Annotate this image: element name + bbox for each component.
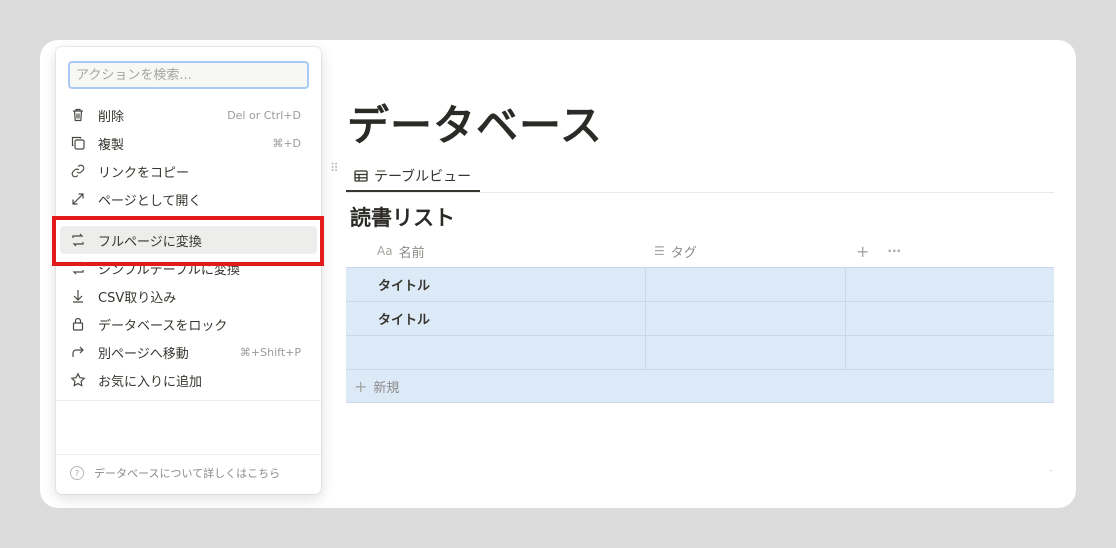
- column-divider: [845, 336, 846, 369]
- column-divider: [645, 302, 646, 335]
- move-to-icon: [70, 344, 86, 360]
- trash-icon: [70, 107, 86, 123]
- add-column-icon[interactable]: +: [856, 242, 869, 261]
- menu-item-label: データベースをロック: [98, 318, 228, 334]
- page-title: データベース: [347, 101, 603, 150]
- plus-icon: +: [354, 376, 368, 396]
- action-menu: 削除 Del or Ctrl+D 複製 ⌘+D リンクをコピー ページとして開く…: [56, 47, 321, 494]
- tab-label: テーブルビュー: [374, 169, 472, 185]
- menu-item-copy-link[interactable]: リンクをコピー: [60, 157, 317, 185]
- help-label: データベースについて詳しくはこちら: [94, 467, 281, 480]
- menu-item-label: ページとして開く: [98, 193, 202, 209]
- help-link[interactable]: ? データベースについて詳しくはこちら: [70, 465, 280, 481]
- table-icon: [354, 169, 368, 183]
- highlight-annotation-box: [52, 216, 324, 266]
- download-icon: [70, 288, 86, 304]
- shortcut-hint: Del or Ctrl+D: [227, 108, 301, 122]
- column-divider: [645, 336, 646, 369]
- table-row[interactable]: [346, 336, 1054, 370]
- menu-item-label: 削除: [98, 109, 125, 125]
- column-divider: [645, 268, 646, 301]
- table-row[interactable]: タイトル: [346, 267, 1054, 302]
- link-icon: [70, 163, 86, 179]
- action-search-input[interactable]: [68, 61, 309, 89]
- column-header-tag[interactable]: ☰ タグ: [654, 240, 697, 262]
- menu-item-import-csv[interactable]: CSV取り込み: [60, 282, 317, 310]
- menu-item-move-to[interactable]: 別ページへ移動 ⌘+Shift+P: [60, 338, 317, 366]
- menu-item-add-to-favorites[interactable]: お気に入りに追加: [60, 366, 317, 394]
- table-row[interactable]: タイトル: [346, 302, 1054, 336]
- lock-icon: [70, 316, 86, 332]
- column-actions: + ···: [856, 240, 901, 262]
- shortcut-hint: ⌘+Shift+P: [239, 345, 301, 359]
- database-table: タイトル タイトル + 新規: [346, 267, 1054, 403]
- divider: [56, 400, 321, 401]
- menu-item-label: CSV取り込み: [98, 290, 177, 306]
- more-options-icon[interactable]: ···: [887, 244, 901, 258]
- menu-item-duplicate[interactable]: 複製 ⌘+D: [60, 129, 317, 157]
- menu-item-label: お気に入りに追加: [98, 374, 203, 390]
- menu-item-delete[interactable]: 削除 Del or Ctrl+D: [60, 101, 317, 129]
- table-title[interactable]: 読書リスト: [350, 202, 455, 232]
- drag-handle-icon[interactable]: ⠿: [330, 162, 340, 181]
- divider: [346, 192, 1054, 193]
- shortcut-hint: ⌘+D: [272, 136, 301, 150]
- new-row-button[interactable]: + 新規: [346, 370, 1054, 403]
- menu-item-label: 複製: [98, 137, 125, 153]
- column-header-label: タグ: [670, 245, 697, 261]
- column-header-name[interactable]: Aa 名前: [377, 240, 425, 262]
- multi-select-property-icon: ☰: [654, 244, 665, 258]
- menu-item-open-as-page[interactable]: ページとして開く: [60, 185, 317, 213]
- star-icon: [70, 372, 86, 388]
- text-property-icon: Aa: [377, 244, 393, 258]
- tab-table-view[interactable]: テーブルビュー: [346, 160, 480, 192]
- menu-item-label: リンクをコピー: [98, 165, 190, 181]
- divider: [56, 454, 321, 455]
- cell-name[interactable]: タイトル: [378, 268, 430, 301]
- column-divider: [845, 268, 846, 301]
- menu-item-label: 別ページへ移動: [98, 346, 189, 362]
- new-row-label: 新規: [373, 380, 400, 396]
- column-divider: [845, 302, 846, 335]
- cell-name[interactable]: タイトル: [378, 302, 430, 335]
- column-header-label: 名前: [398, 245, 425, 261]
- help-icon: ?: [70, 466, 84, 480]
- decorative-dot: [1050, 470, 1052, 471]
- menu-item-lock-database[interactable]: データベースをロック: [60, 310, 317, 338]
- expand-icon: [70, 191, 86, 207]
- duplicate-icon: [70, 135, 86, 151]
